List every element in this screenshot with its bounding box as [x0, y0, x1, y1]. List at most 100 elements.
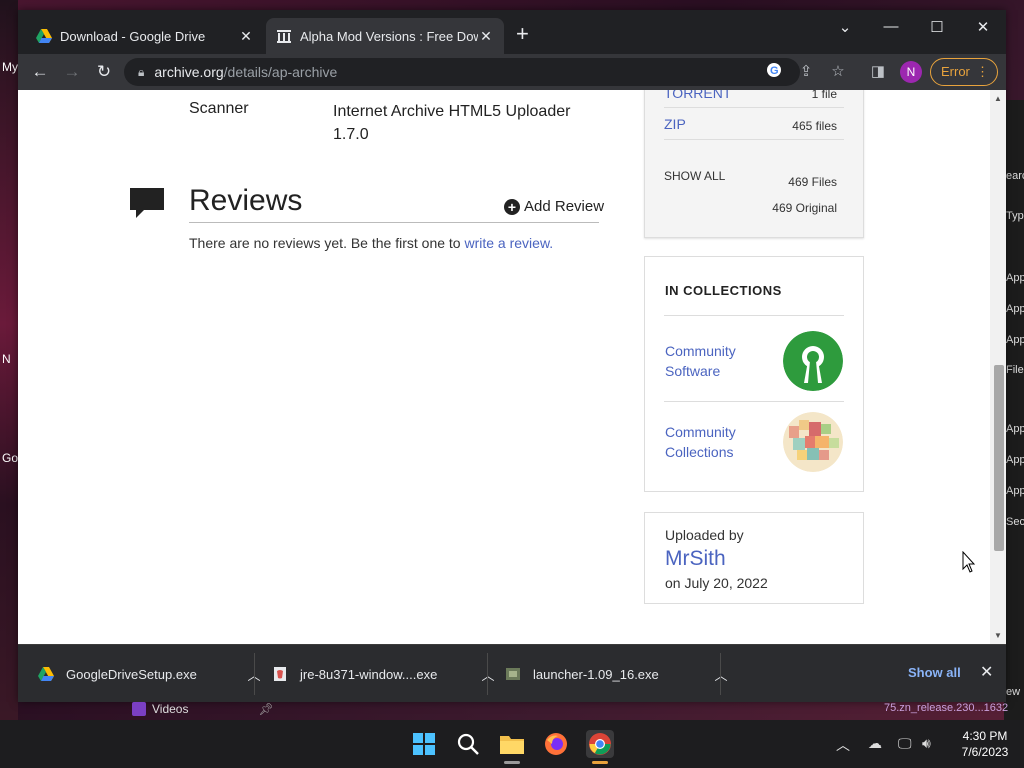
community-collections-mosaic-icon[interactable] — [783, 412, 843, 472]
display-icon[interactable]: 🖵 — [898, 735, 912, 752]
google-lens-icon[interactable]: G — [764, 62, 784, 84]
new-tab-icon[interactable]: + — [516, 23, 529, 45]
chrome-button[interactable] — [586, 730, 614, 764]
zip-link[interactable]: ZIP — [664, 116, 686, 132]
tab-strip: Download - Google Drive ✕ Alpha Mod Vers… — [18, 10, 1006, 54]
lock-icon[interactable]: 🔒︎ — [138, 65, 144, 80]
chrome-icon — [589, 733, 611, 755]
taskbar: ︿ ☁ 🖵 🔊︎ 4:30 PM 7/6/2023 — [0, 720, 1024, 768]
bookmark-star-icon[interactable]: ☆ — [828, 62, 848, 82]
volume-icon[interactable]: 🔊︎ — [922, 735, 931, 752]
close-icon[interactable]: ✕ — [980, 662, 993, 682]
profile-avatar[interactable]: N — [900, 61, 922, 83]
metadata-key: Scanner — [189, 100, 249, 117]
side-panel-icon[interactable]: ◨ — [868, 62, 888, 82]
scroll-up-arrow-icon[interactable]: ▲ — [994, 94, 1002, 103]
bg-label: App — [1006, 454, 1024, 466]
forward-icon[interactable]: → — [60, 60, 84, 84]
archive-icon — [277, 30, 291, 43]
tab-title: Download - Google Drive — [60, 28, 206, 44]
chevron-up-icon[interactable]: ︿ — [711, 665, 731, 684]
collection-link-community-software[interactable]: Community Software — [665, 341, 755, 381]
write-review-link[interactable]: write a review. — [464, 235, 553, 251]
uploader-box: Uploaded by MrSith on July 20, 2022 — [644, 512, 864, 604]
videos-folder-icon — [132, 702, 146, 716]
speech-bubble-icon — [130, 188, 164, 218]
total-original: 469 Original — [772, 201, 837, 215]
bg-label: ew — [1006, 686, 1021, 698]
url-path: /details/ap-archive — [223, 64, 338, 80]
download-filename: jre-8u371-window....exe — [300, 666, 438, 682]
google-drive-icon — [36, 29, 52, 43]
uploaded-by-label: Uploaded by — [665, 527, 744, 543]
close-icon[interactable]: ✕ — [478, 28, 494, 45]
desktop-left-strip: My N Go — [0, 0, 18, 720]
desktop-label[interactable]: N — [2, 352, 11, 366]
minimize-icon[interactable]: — — [876, 18, 906, 35]
torrent-count: 1 file — [811, 90, 837, 101]
window-close-icon[interactable]: ✕ — [968, 18, 998, 36]
add-review-label: Add Review — [524, 198, 605, 215]
browser-window: Download - Google Drive ✕ Alpha Mod Vers… — [18, 10, 1006, 702]
back-icon[interactable]: ← — [28, 60, 52, 84]
bg-label: Secu — [1006, 516, 1024, 528]
download-item[interactable]: launcher-1.09_16.exe ︿ — [505, 645, 731, 703]
close-icon[interactable]: ✕ — [238, 28, 254, 45]
tab-search-chevron-icon[interactable]: ⌄ — [830, 18, 860, 36]
open-source-keyhole-icon[interactable] — [783, 331, 843, 391]
videos-jump-item[interactable]: Videos 📌︎ — [132, 702, 274, 716]
tab-title: Alpha Mod Versions : Free Downl — [300, 28, 478, 44]
menu-kebab-icon[interactable]: ⋮ — [976, 59, 989, 85]
page-content: Scanner Internet Archive HTML5 Uploader … — [18, 90, 1006, 644]
uploader-name-link[interactable]: MrSith — [665, 547, 726, 571]
scrollbar-thumb[interactable] — [994, 365, 1004, 551]
clock-date: 7/6/2023 — [961, 745, 1009, 759]
maximize-icon[interactable]: ☐ — [922, 18, 952, 36]
plus-circle-icon: + — [504, 198, 520, 215]
share-icon[interactable]: ⇪ — [796, 62, 816, 82]
bg-label: App — [1006, 334, 1024, 346]
divider — [664, 401, 844, 402]
desktop-label[interactable]: My — [2, 60, 18, 74]
error-label: Error — [941, 64, 970, 79]
chevron-up-icon[interactable]: ︿ — [478, 665, 498, 684]
download-item[interactable]: jre-8u371-window....exe ︿ — [272, 645, 498, 703]
java-installer-icon — [274, 667, 286, 681]
clock-time: 4:30 PM — [962, 729, 1008, 743]
running-indicator — [504, 761, 520, 764]
bg-label: App — [1006, 303, 1024, 315]
system-clock[interactable]: 4:30 PM 7/6/2023 — [950, 728, 1020, 760]
reload-icon[interactable]: ↻ — [92, 60, 116, 84]
add-review-button[interactable]: + Add Review — [504, 198, 604, 215]
download-filename: GoogleDriveSetup.exe — [66, 666, 197, 682]
error-button[interactable]: Error ⋮ — [930, 58, 998, 86]
file-explorer-button[interactable] — [498, 730, 526, 764]
page-scrollbar[interactable]: ▲ ▼ — [990, 90, 1006, 644]
divider — [720, 653, 721, 695]
show-all-downloads-button[interactable]: Show all — [908, 665, 961, 680]
show-hidden-icons-chevron-icon[interactable]: ︿ — [836, 735, 850, 755]
divider — [664, 315, 844, 316]
torrent-link[interactable]: TORRENT — [664, 90, 731, 101]
download-item[interactable]: GoogleDriveSetup.exe ︿ — [38, 645, 264, 703]
show-all-link[interactable]: SHOW ALL — [664, 169, 725, 183]
network-disconnected-icon[interactable]: ☁ — [868, 735, 882, 752]
bg-label: App — [1006, 272, 1024, 284]
start-button[interactable] — [410, 730, 438, 758]
no-reviews-text: There are no reviews yet. Be the first o… — [189, 235, 553, 251]
collection-link-community-collections[interactable]: Community Collections — [665, 422, 755, 462]
launcher-app-icon — [506, 668, 520, 680]
tab-alpha-mod[interactable]: Alpha Mod Versions : Free Downl ✕ — [266, 18, 504, 54]
firefox-icon — [545, 733, 567, 755]
pin-icon[interactable]: 📌︎ — [258, 702, 273, 716]
divider — [664, 139, 844, 140]
divider — [254, 653, 255, 695]
search-button[interactable] — [454, 730, 482, 758]
address-bar[interactable]: 🔒︎ archive.org/details/ap-archive — [124, 58, 800, 86]
scroll-down-arrow-icon[interactable]: ▼ — [994, 631, 1002, 640]
tab-google-drive[interactable]: Download - Google Drive ✕ — [26, 18, 264, 54]
firefox-button[interactable] — [542, 730, 570, 758]
videos-label: Videos — [152, 702, 189, 716]
desktop-label[interactable]: Go — [2, 451, 18, 465]
running-indicator — [592, 761, 608, 764]
